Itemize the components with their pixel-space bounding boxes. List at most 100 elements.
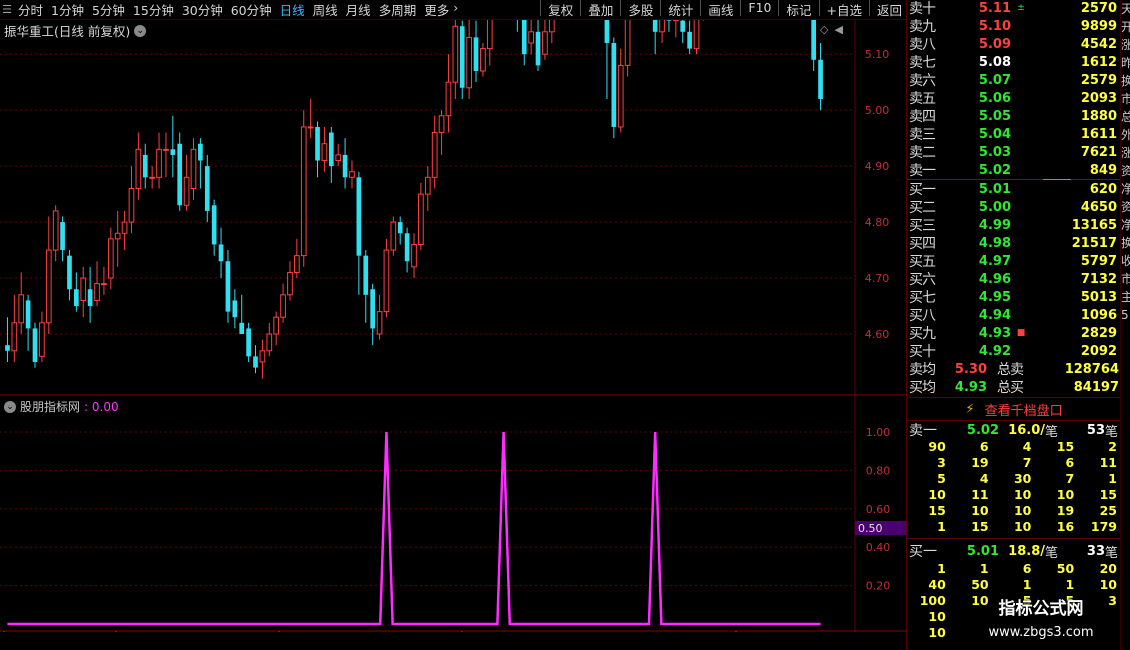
candle-body: [80, 277, 87, 301]
q-grid-cell: 1: [1022, 577, 1032, 592]
avg-label: 买均: [909, 380, 936, 396]
candle-body: [418, 193, 424, 245]
price-tick-label: 5.10: [865, 48, 890, 61]
sell-level-volume: 7621: [1080, 144, 1117, 160]
candle-body: [198, 143, 203, 161]
buy-level-label: 买二: [909, 200, 936, 216]
q-price: 5.02: [966, 422, 999, 438]
candle-body: [67, 255, 72, 290]
sell-level-row[interactable]: 卖三 5.04 1611: [907, 125, 1121, 144]
qiandang-button[interactable]: ⚡ 查看千档盘口: [907, 397, 1121, 421]
toolbar-button[interactable]: 返回: [873, 0, 906, 19]
q-grid-cell: 30: [1013, 471, 1032, 486]
buy-level-row[interactable]: 买五 4.97 5797: [907, 252, 1121, 271]
toolbar-button[interactable]: 画线: [704, 0, 737, 19]
candle: [611, 37, 617, 139]
q-grid-cell: 50: [1056, 561, 1075, 576]
candle-body: [25, 300, 31, 329]
period-tab[interactable]: 1分钟: [47, 0, 88, 19]
toolbar-separator: [740, 0, 742, 16]
sell-level-row[interactable]: 卖五 5.06 2093: [907, 89, 1121, 108]
candle-body: [486, 20, 493, 50]
chart-area[interactable]: 5.605.505.405.305.205.105.004.904.804.70…: [0, 20, 906, 632]
indicator-tick-label: 0.40: [866, 541, 891, 554]
q-grid-cell: 10: [1013, 487, 1032, 502]
buy-level-row[interactable]: 买四 4.98 21517: [907, 234, 1121, 253]
sell-level-row[interactable]: 卖四 5.05 1880: [907, 107, 1121, 126]
sell-level-row[interactable]: 卖八 5.09 4542: [907, 35, 1121, 54]
buy-level-volume: 7132: [1080, 271, 1117, 287]
buy-level-row[interactable]: 买三 4.99 13165: [907, 216, 1121, 235]
period-tab[interactable]: 60分钟: [227, 0, 276, 19]
q-avg-unit: 笔: [1045, 424, 1059, 440]
candle-body: [142, 154, 148, 178]
kline-chart[interactable]: 5.605.505.405.305.205.105.004.904.804.70…: [0, 20, 906, 632]
diamond-icon[interactable]: ◇: [820, 23, 828, 36]
period-tab[interactable]: 周线: [309, 0, 342, 19]
period-tab[interactable]: 30分钟: [178, 0, 227, 19]
candle-body: [321, 143, 328, 162]
candle-body: [190, 148, 197, 190]
toolbar-button[interactable]: 叠加: [584, 0, 617, 19]
period-tab[interactable]: 分时: [14, 0, 47, 19]
q-grid-cell: 100: [919, 593, 946, 608]
q-grid-cell: 4: [979, 471, 989, 486]
buy-level-row[interactable]: 买十 4.92 2092: [907, 342, 1121, 361]
toolbar-button[interactable]: 统计: [664, 0, 697, 19]
chevron-down-icon[interactable]: ⌄: [4, 400, 16, 413]
q-count: 33: [1086, 543, 1105, 559]
sell-level-row[interactable]: 卖九 5.10 9899: [907, 17, 1121, 36]
q-grid-cell: 15: [1056, 439, 1075, 454]
buy-level-volume: 5013: [1080, 289, 1117, 305]
toolbar-button[interactable]: F10: [744, 0, 775, 19]
buy-level-label: 买十: [909, 344, 936, 360]
chevron-down-icon[interactable]: ⌄: [134, 24, 147, 37]
toolbar-button[interactable]: 多股: [624, 0, 657, 19]
q-grid-cell: 2: [1108, 439, 1117, 454]
toolbar-separator: [700, 0, 702, 16]
sell-level-row[interactable]: 卖一 5.02 849: [907, 161, 1121, 180]
candle: [246, 322, 251, 362]
toolbar-button[interactable]: +自选: [823, 0, 866, 19]
toolbar-button[interactable]: 标记: [782, 0, 815, 19]
candle-body: [239, 322, 245, 334]
sell-level-price: 5.07: [978, 72, 1011, 88]
menu-icon[interactable]: ☰: [0, 3, 14, 16]
sell-level-row[interactable]: 卖十 5.11 ±2570: [907, 0, 1121, 18]
buy-level-price: 4.92: [978, 343, 1011, 359]
q-grid-cell: 40: [928, 577, 946, 592]
sell-level-row[interactable]: 卖七 5.08 1612: [907, 53, 1121, 72]
q-grid-cell: 7: [1065, 471, 1075, 486]
indicator-name[interactable]: 股朋指标网: [20, 398, 80, 415]
price-tick-label: 4.70: [865, 272, 890, 285]
buy-level-row[interactable]: 买六 4.96 7132: [907, 270, 1121, 289]
sell-level-row[interactable]: 卖二 5.03 7621: [907, 143, 1121, 162]
chevron-right-icon[interactable]: ›: [453, 0, 464, 19]
stock-title-text: 振华重工(日线 前复权): [4, 24, 131, 39]
indicator-value: : 0.00: [84, 399, 119, 414]
q-grid-row: 10 11 10 10 15: [907, 487, 1121, 503]
sell-level-row[interactable]: 卖六 5.07 2579: [907, 71, 1121, 90]
buy-level-row[interactable]: 买八 4.94 1096: [907, 306, 1121, 325]
buy-level-row[interactable]: 买七 4.95 5013: [907, 288, 1121, 307]
buy-level-row[interactable]: 买九 4.93 ■ 2829: [907, 324, 1121, 343]
candle-body: [149, 176, 155, 179]
period-tab[interactable]: 多周期: [375, 0, 421, 19]
buy-level-row[interactable]: 买一 5.01 620: [907, 180, 1121, 199]
period-tab[interactable]: 月线: [342, 0, 375, 19]
settings-icon[interactable]: ◀: [834, 23, 842, 36]
period-tab[interactable]: 15分钟: [129, 0, 178, 19]
period-tab[interactable]: 5分钟: [88, 0, 129, 19]
period-tab[interactable]: 更多: [420, 0, 453, 19]
sell-level-price: 5.10: [978, 18, 1011, 34]
total-volume: 84197: [1073, 379, 1119, 395]
buy-level-row[interactable]: 买二 5.00 4650: [907, 198, 1121, 217]
q-grid-cell: 10: [1056, 487, 1075, 502]
candle-body: [521, 20, 527, 55]
q-grid-cell: 1: [1108, 471, 1117, 486]
candle-body: [356, 177, 362, 256]
q-grid-cell: 50: [971, 577, 989, 592]
period-tab[interactable]: 日线: [276, 0, 309, 19]
buy-level-volume: 13165: [1071, 217, 1117, 233]
toolbar-button[interactable]: 复权: [544, 0, 577, 19]
